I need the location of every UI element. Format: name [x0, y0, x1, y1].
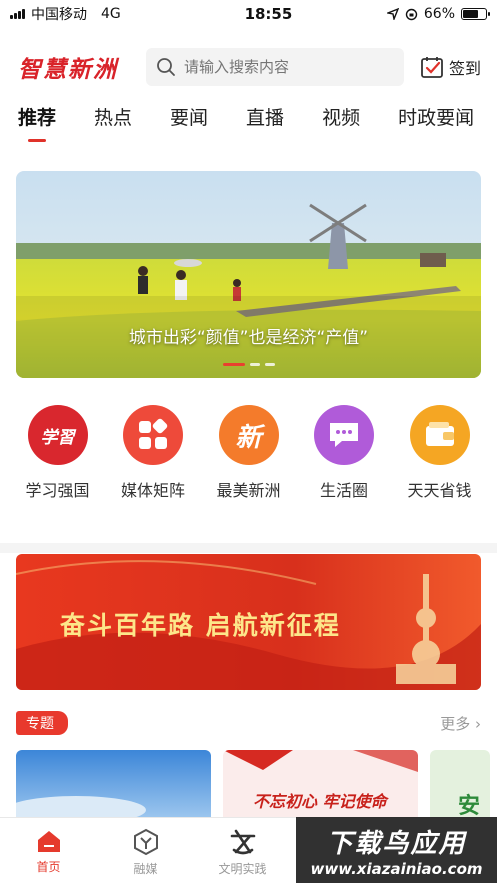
- quick-link-label: 媒体矩阵: [120, 481, 185, 500]
- checkin-button[interactable]: 签到: [420, 55, 481, 79]
- matrix-icon: [123, 405, 183, 465]
- quick-links: 学習 学习强国 媒体矩阵 新 最美新洲 生活圈 天天省钱: [10, 405, 487, 501]
- xin-glyph: 新: [235, 422, 262, 453]
- chat-icon: [314, 405, 374, 465]
- carousel-dot[interactable]: [249, 363, 260, 366]
- banner-carousel[interactable]: 城市出彩“颜值”也是经济“产值”: [16, 171, 481, 378]
- promo-slogan: 奋斗百年路 启航新征程: [60, 611, 341, 640]
- status-time: 18:55: [244, 5, 293, 23]
- quick-link-xinzhou[interactable]: 新 最美新洲: [201, 405, 296, 501]
- promo-banner[interactable]: 奋斗百年路 启航新征程: [16, 554, 481, 690]
- rotation-lock-icon: [405, 8, 418, 20]
- watermark-title: 下载鸟应用: [326, 828, 467, 859]
- nav-media[interactable]: 融媒: [97, 818, 194, 883]
- battery-icon: [461, 8, 490, 20]
- quick-link-label: 生活圈: [319, 481, 368, 500]
- calendar-check-icon: [421, 57, 443, 78]
- nav-label: 文明实践: [218, 862, 267, 876]
- watermark: 下载鸟应用 www.xiazainiao.com: [296, 817, 497, 883]
- quick-link-label: 天天省钱: [407, 481, 472, 500]
- location-icon: [386, 8, 399, 20]
- nav-label: 融媒: [133, 862, 158, 876]
- special-header: 专题 更多 ›: [16, 710, 481, 736]
- tab-live[interactable]: 直播: [246, 100, 284, 140]
- network-type: 4G: [101, 6, 121, 22]
- special-card[interactable]: [16, 750, 211, 820]
- app-logo[interactable]: 智慧新洲: [18, 50, 142, 84]
- channel-tabs: 推荐 热点 要闻 直播 视频 时政要闻: [0, 100, 497, 146]
- civilization-icon: [230, 829, 255, 855]
- special-card-image: [16, 750, 211, 820]
- nav-home[interactable]: 首页: [0, 818, 97, 883]
- media-icon: [133, 828, 158, 856]
- nav-civilization[interactable]: 文明实践: [194, 818, 291, 883]
- tab-video[interactable]: 视频: [322, 100, 360, 140]
- quick-link-save[interactable]: 天天省钱: [392, 405, 487, 501]
- search-icon: [157, 58, 175, 76]
- status-bar: 中国移动 4G 18:55 66%: [0, 0, 497, 28]
- quick-link-xuexi[interactable]: 学習 学习强国: [10, 405, 105, 501]
- watermark-url: www.xiazainiao.com: [310, 859, 483, 878]
- special-card-title: 不忘初心 牢记使命: [253, 792, 387, 811]
- quick-link-label: 最美新洲: [216, 481, 281, 500]
- carousel-dot[interactable]: [222, 363, 245, 366]
- tab-politics[interactable]: 时政要闻: [398, 100, 474, 140]
- xuexi-glyph: 学習: [40, 427, 75, 448]
- search-box[interactable]: [146, 48, 404, 86]
- quick-link-label: 学习强国: [25, 481, 90, 500]
- special-cards: 不忘初心 牢记使命 安: [16, 750, 497, 820]
- section-divider: [0, 543, 497, 553]
- tab-hot[interactable]: 热点: [94, 100, 132, 140]
- nav-label: 首页: [36, 860, 61, 874]
- quick-link-matrix[interactable]: 媒体矩阵: [106, 405, 201, 501]
- carrier-name: 中国移动: [31, 7, 87, 23]
- tab-recommend[interactable]: 推荐: [18, 100, 56, 142]
- app-header: 智慧新洲 签到: [0, 44, 497, 90]
- special-card[interactable]: 不忘初心 牢记使命: [223, 750, 418, 820]
- carousel-dots: [16, 363, 481, 366]
- tab-headlines[interactable]: 要闻: [170, 100, 208, 140]
- status-left: 中国移动 4G: [10, 4, 180, 24]
- special-card[interactable]: 安: [430, 750, 490, 820]
- signal-icon: [10, 9, 25, 19]
- carousel-dot[interactable]: [264, 363, 275, 366]
- checkin-label: 签到: [449, 59, 482, 78]
- xin-icon: 新: [218, 405, 279, 465]
- status-right: 66%: [386, 6, 490, 22]
- battery-percent: 66%: [423, 6, 455, 22]
- more-link[interactable]: 更多 ›: [440, 713, 481, 734]
- battery-fill: [463, 10, 478, 18]
- wallet-icon: [409, 405, 470, 465]
- search-input[interactable]: [184, 58, 384, 76]
- special-tag: 专题: [16, 711, 68, 735]
- banner-caption: 城市出彩“颜值”也是经济“产值”: [128, 328, 369, 348]
- home-icon: [37, 831, 60, 852]
- special-card-title: 安: [458, 794, 481, 819]
- quick-link-life[interactable]: 生活圈: [297, 405, 392, 501]
- xuexi-icon: 学習: [27, 405, 88, 465]
